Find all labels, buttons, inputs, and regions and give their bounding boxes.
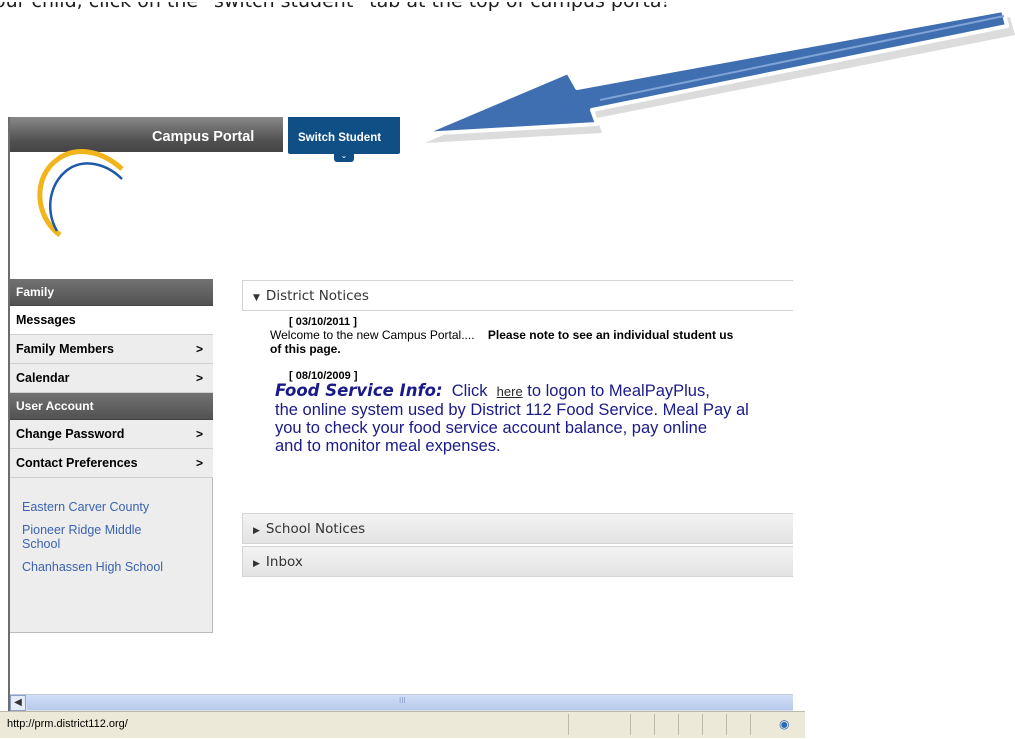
triangle-right-icon: ▶ [253,559,260,569]
notices-panel: ▼ District Notices [ 03/10/2011 ] Welcome… [242,280,793,577]
notice-text-cont: of this page. [270,342,341,356]
sidebar-item-calendar[interactable]: Calendar > [10,364,213,393]
triangle-down-icon: ▼ [253,293,260,303]
link-eastern-carver-county[interactable]: Eastern Carver County [22,500,182,514]
switch-student-tab[interactable]: Switch Student ⌄ [288,117,400,162]
school-notices-header[interactable]: ▶ School Notices [242,513,793,544]
switch-student-label: Switch Student [298,132,382,144]
chevron-right-icon: > [195,342,203,356]
triangle-right-icon: ▶ [253,526,260,536]
district-notices-header[interactable]: ▼ District Notices [242,280,793,311]
here-link[interactable]: here [497,384,523,399]
chevron-right-icon: > [195,371,203,385]
scroll-left-button[interactable]: ◀ [10,695,26,711]
scroll-thumb[interactable]: III [27,696,793,710]
sidebar-item-contact-preferences[interactable]: Contact Preferences > [10,449,213,478]
district-notices-body: [ 03/10/2011 ] Welcome to the new Campus… [242,316,793,455]
sidebar-item-messages[interactable]: Messages [10,306,213,335]
inbox-header[interactable]: ▶ Inbox [242,546,793,577]
food-service-notice: Food Service Info: Click here to logon t… [275,381,749,456]
link-chanhassen-high[interactable]: Chanhassen High School [22,560,182,574]
chevron-down-icon[interactable]: ⌄ [334,151,354,162]
globe-icon: ◉ [779,717,790,731]
status-url: http://prm.district112.org/ [7,718,128,730]
notice-text: Welcome to the new Campus Portal.... Ple… [270,328,734,342]
sidebar-item-change-password[interactable]: Change Password > [10,420,213,449]
sidebar-heading-family: Family [10,279,213,306]
food-service-title: Food Service Info: [275,381,443,400]
link-pioneer-ridge[interactable]: Pioneer Ridge Middle School [22,523,182,551]
notice-date: [ 03/10/2011 ] [289,316,357,328]
portal-title: Campus Portal [152,129,255,145]
sidebar: Family Messages Family Members > Calendar… [10,279,213,633]
school-links: Eastern Carver County Pioneer Ridge Midd… [10,478,213,633]
portal-logo-icon [37,149,124,238]
sidebar-item-family-members[interactable]: Family Members > [10,335,213,364]
chevron-right-icon: > [195,427,203,441]
status-bar: http://prm.district112.org/ ◉ [0,711,805,738]
horizontal-scrollbar[interactable]: ◀ III [10,694,793,712]
chevron-right-icon: > [195,456,203,470]
sidebar-heading-user-account: User Account [10,393,213,420]
